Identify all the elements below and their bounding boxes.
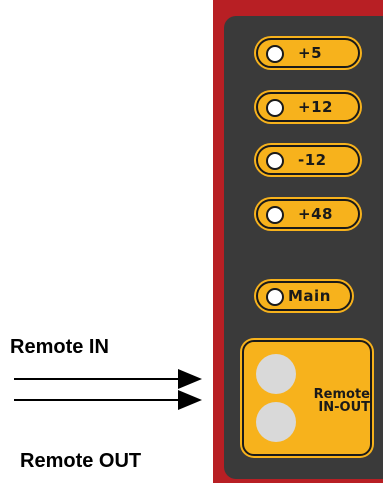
led-icon: [266, 288, 284, 306]
indicator-plus5: +5: [256, 38, 360, 68]
indicator-plus48: +48: [256, 199, 360, 229]
remote-label-line2: IN-OUT: [318, 400, 370, 415]
indicator-label: -12: [298, 151, 327, 169]
remote-out-port[interactable]: [256, 402, 296, 442]
remote-label: Remote IN-OUT: [302, 388, 370, 414]
led-icon: [266, 45, 284, 63]
remote-in-port[interactable]: [256, 354, 296, 394]
led-icon: [266, 206, 284, 224]
indicator-label: Main: [288, 287, 331, 305]
led-icon: [266, 99, 284, 117]
remote-connector-block: Remote IN-OUT: [242, 340, 372, 456]
indicator-label: +12: [298, 98, 333, 116]
remote-in-label: Remote IN: [10, 336, 109, 358]
indicator-label: +48: [298, 205, 333, 223]
remote-out-label: Remote OUT: [20, 450, 142, 472]
indicator-label: +5: [298, 44, 323, 62]
indicator-minus12: -12: [256, 145, 360, 175]
remote-in-arrow-icon: [14, 369, 202, 389]
led-icon: [266, 152, 284, 170]
indicator-main: Main: [256, 281, 352, 311]
remote-out-arrow-icon: [14, 390, 202, 410]
indicator-plus12: +12: [256, 92, 360, 122]
